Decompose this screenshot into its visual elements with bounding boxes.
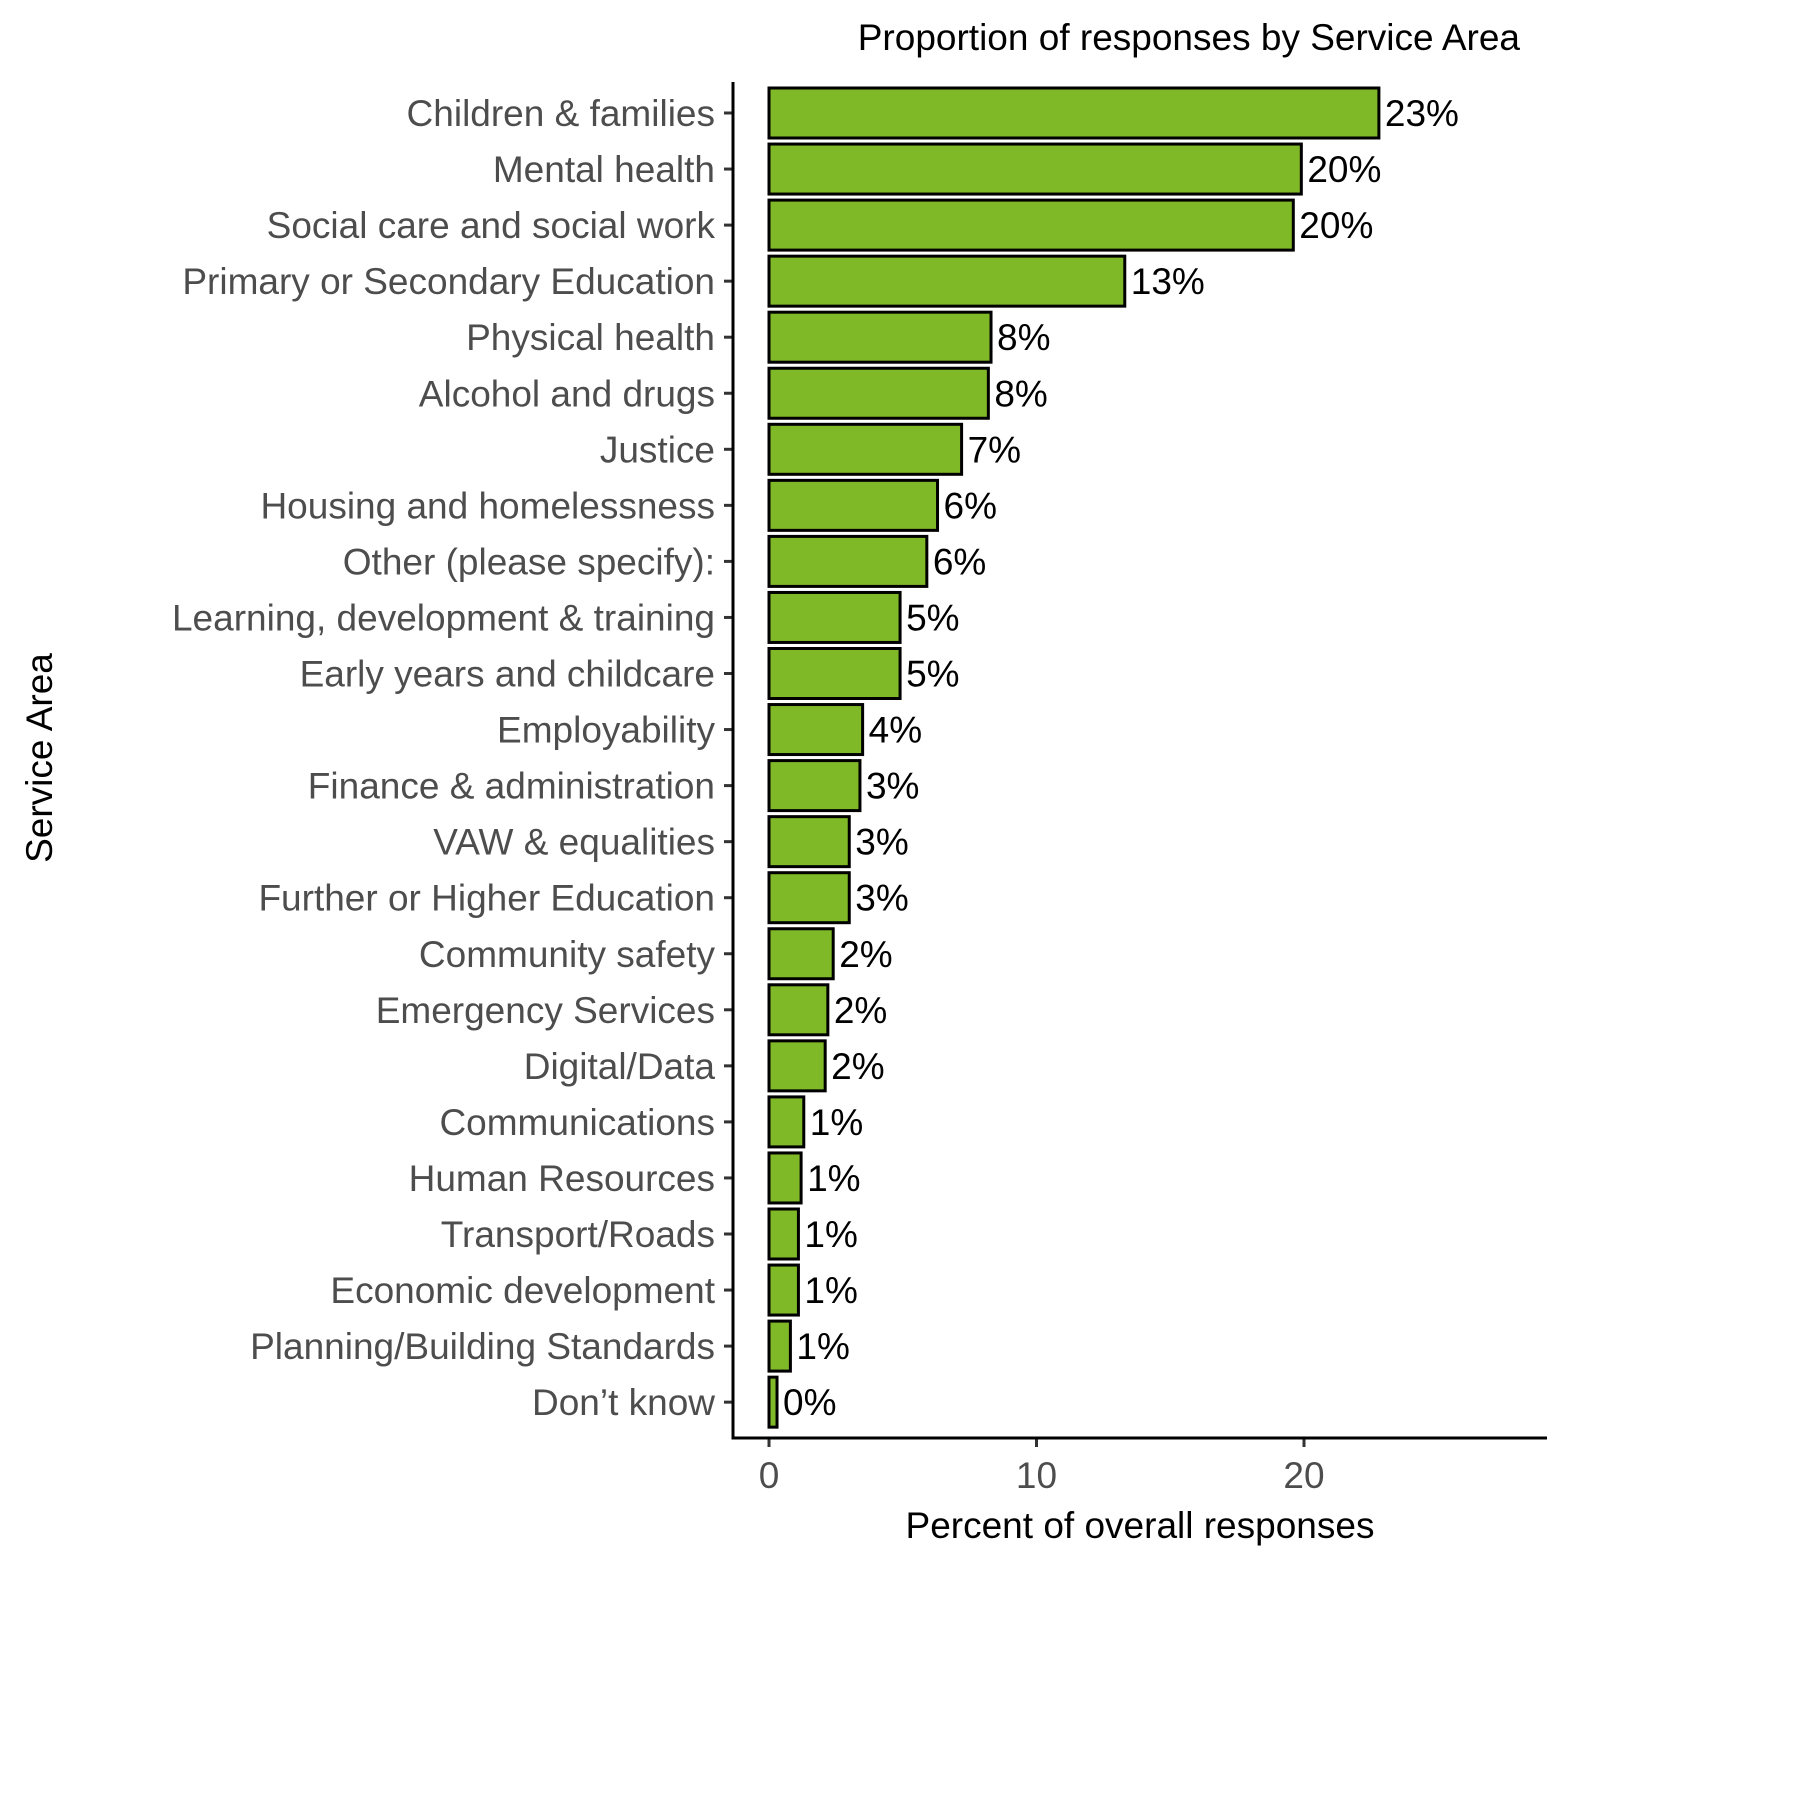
data-label: 13% xyxy=(1131,261,1205,302)
data-label: 0% xyxy=(783,1382,836,1423)
bar xyxy=(767,1375,779,1429)
bar xyxy=(767,983,830,1037)
bar xyxy=(767,86,1381,140)
bars-group xyxy=(767,86,1381,1429)
y-tick-label: Don’t know xyxy=(532,1382,715,1423)
data-label: 2% xyxy=(839,934,892,975)
data-label: 8% xyxy=(994,373,1047,414)
y-tick-label: Alcohol and drugs xyxy=(419,373,715,414)
bar xyxy=(767,366,990,420)
bar xyxy=(767,703,865,757)
bar xyxy=(767,1207,800,1261)
bar xyxy=(767,1095,806,1149)
y-tick-label: Learning, development & training xyxy=(172,597,715,638)
y-tick-label: Further or Higher Education xyxy=(258,878,715,919)
data-label: 3% xyxy=(855,822,908,863)
data-label: 1% xyxy=(807,1158,860,1199)
chart-title: Proportion of responses by Service Area xyxy=(858,17,1521,58)
y-tick-labels: Children & families Mental health Social c… xyxy=(172,93,733,1423)
y-tick-label: Community safety xyxy=(419,934,716,975)
bar xyxy=(767,478,940,532)
y-tick-label: Housing and homelessness xyxy=(260,485,715,526)
y-tick-label: Children & families xyxy=(407,93,715,134)
data-label: 20% xyxy=(1299,205,1373,246)
bar xyxy=(767,590,902,644)
bar xyxy=(767,815,851,869)
y-tick-label: Employability xyxy=(497,710,715,751)
x-axis-title: Percent of overall responses xyxy=(906,1505,1375,1546)
data-label: 2% xyxy=(831,1046,884,1087)
bar xyxy=(767,1263,800,1317)
bar xyxy=(767,310,993,364)
bar xyxy=(767,1151,803,1205)
data-label: 20% xyxy=(1307,149,1381,190)
y-tick-label: Digital/Data xyxy=(524,1046,716,1087)
bar-chart: Proportion of responses by Service Area … xyxy=(19,17,1547,1546)
bar xyxy=(767,871,851,925)
data-label: 2% xyxy=(834,990,887,1031)
data-label: 1% xyxy=(804,1214,857,1255)
bar xyxy=(767,927,835,981)
data-label: 3% xyxy=(855,878,908,919)
y-axis-title: Service Area xyxy=(19,653,60,863)
bar xyxy=(767,759,862,813)
y-tick-label: Mental health xyxy=(493,149,715,190)
data-label: 1% xyxy=(810,1102,863,1143)
bar xyxy=(767,198,1295,252)
data-label: 8% xyxy=(997,317,1050,358)
x-tick-label: 20 xyxy=(1283,1455,1324,1496)
bar xyxy=(767,1039,827,1093)
y-tick-label: Early years and childcare xyxy=(300,654,715,695)
data-label: 23% xyxy=(1385,93,1459,134)
y-tick-label: Other (please specify): xyxy=(343,541,715,582)
bar xyxy=(767,534,929,588)
data-label: 6% xyxy=(933,541,986,582)
x-axis: 0 10 20 xyxy=(759,1438,1325,1496)
y-tick-label: Justice xyxy=(600,429,715,470)
data-label: 5% xyxy=(906,597,959,638)
bar xyxy=(767,647,902,700)
bar xyxy=(767,142,1303,196)
y-tick-label: Human Resources xyxy=(409,1158,715,1199)
data-label: 7% xyxy=(968,429,1021,470)
y-tick-label: Social care and social work xyxy=(267,205,716,246)
y-tick-label: Economic development xyxy=(330,1270,715,1311)
x-tick-label: 10 xyxy=(1016,1455,1057,1496)
y-tick-label: Transport/Roads xyxy=(441,1214,715,1255)
x-tick-label: 0 xyxy=(759,1455,780,1496)
data-label: 1% xyxy=(804,1270,857,1311)
y-tick-label: Communications xyxy=(439,1102,715,1143)
data-label: 6% xyxy=(944,485,997,526)
data-label: 1% xyxy=(796,1326,849,1367)
y-tick-label: Physical health xyxy=(466,317,715,358)
data-label: 3% xyxy=(866,766,919,807)
data-label: 4% xyxy=(869,710,922,751)
data-label: 5% xyxy=(906,654,959,695)
y-tick-label: VAW & equalities xyxy=(433,822,715,863)
bar xyxy=(767,422,964,476)
y-tick-label: Finance & administration xyxy=(308,766,715,807)
bar xyxy=(767,254,1127,308)
y-tick-label: Emergency Services xyxy=(376,990,715,1031)
y-tick-label: Primary or Secondary Education xyxy=(182,261,715,302)
bar xyxy=(767,1319,792,1373)
y-tick-label: Planning/Building Standards xyxy=(250,1326,715,1367)
